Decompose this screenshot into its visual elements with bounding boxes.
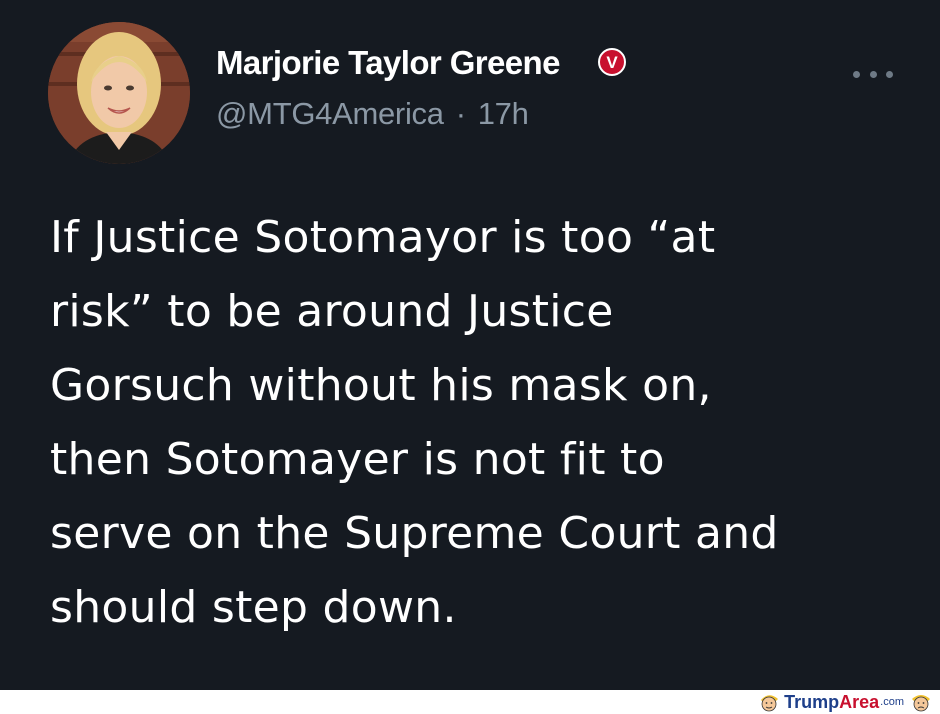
verified-badge-letter: V xyxy=(606,53,618,72)
more-horizontal-icon[interactable] xyxy=(853,64,893,84)
cartoon-face-icon xyxy=(761,695,779,712)
avatar[interactable] xyxy=(48,22,190,164)
tweet-text-line: If Justice Sotomayor is too “at xyxy=(50,212,716,263)
avatar-image xyxy=(48,22,190,164)
tweet-text-line: should step down. xyxy=(50,582,457,633)
tweet-text-line: Gorsuch without his mask on, xyxy=(50,360,712,411)
watermark-suffix: .com xyxy=(880,696,904,708)
watermark-brand-part1: Trump xyxy=(784,691,840,712)
handle-line: @MTG4America · 17h xyxy=(216,96,529,132)
watermark-brand-part2: Area xyxy=(839,691,880,712)
display-name[interactable]: Marjorie Taylor Greene xyxy=(216,44,560,82)
watermark-bar: Trump Area .com xyxy=(0,690,940,714)
watermark: Trump Area .com xyxy=(758,691,932,713)
tweet-text-line: risk” to be around Justice xyxy=(50,286,614,337)
cartoon-face-icon xyxy=(912,695,930,712)
tweet-text-line: then Sotomayer is not fit to xyxy=(50,434,665,485)
tweet-card: Marjorie Taylor Greene V @MTG4America · 17… xyxy=(0,0,940,690)
verified-badge-icon: V xyxy=(598,48,626,76)
separator: · xyxy=(455,96,466,131)
timestamp[interactable]: 17h xyxy=(478,96,529,131)
tweet-text-line: serve on the Supreme Court and xyxy=(50,508,779,559)
handle[interactable]: @MTG4America xyxy=(216,96,444,131)
more-dot xyxy=(853,70,860,78)
tweet-text: If Justice Sotomayor is too “at risk” to… xyxy=(50,201,910,645)
more-dot xyxy=(886,70,893,78)
more-dot xyxy=(869,70,877,78)
